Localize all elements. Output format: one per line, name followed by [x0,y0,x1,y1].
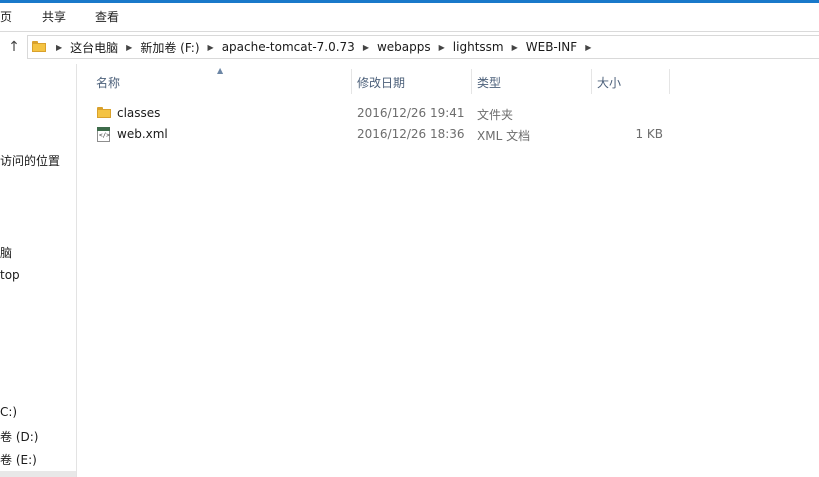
file-name: web.xml [117,127,168,141]
xml-file-icon: </> [97,127,110,142]
column-divider[interactable] [591,69,592,94]
column-header-name[interactable]: 名称 [96,64,120,94]
ribbon-accent-line [0,0,819,3]
file-row[interactable]: </> web.xml 2016/12/26 18:36 XML 文档 1 KB [91,124,681,144]
column-divider[interactable] [471,69,472,94]
up-arrow-icon[interactable]: ↑ [6,38,22,56]
file-type: 文件夹 [477,108,514,122]
file-date: 2016/12/26 19:41 [357,106,465,120]
file-list: ▲ 名称 修改日期 类型 大小 classes 2016/12/26 19:41… [77,64,819,477]
breadcrumb-web-inf[interactable]: WEB-INF [522,40,581,54]
chevron-right-icon[interactable]: ▶ [204,43,218,52]
navigation-pane: 访问的位置 脑 top C:) 卷 (D:) 卷 (E:) [0,64,77,477]
nav-horizontal-scrollbar[interactable] [0,471,76,477]
tab-view[interactable]: 查看 [95,8,119,25]
chevron-right-icon[interactable]: ▶ [508,43,522,52]
breadcrumb-drive-f[interactable]: 新加卷 (F:) [136,39,203,56]
breadcrumb-lightssm[interactable]: lightssm [449,40,508,54]
folder-icon [32,41,46,52]
breadcrumb-tomcat[interactable]: apache-tomcat-7.0.73 [218,40,359,54]
chevron-right-icon[interactable]: ▶ [122,43,136,52]
sort-ascending-icon: ▲ [217,66,224,75]
file-name: classes [117,106,161,120]
chevron-right-icon[interactable]: ▶ [435,43,449,52]
nav-item-recent-places[interactable]: 访问的位置 [0,152,60,169]
nav-item-this-pc[interactable]: 脑 [0,244,12,261]
file-type: XML 文档 [477,129,531,143]
address-bar[interactable]: ▶ 这台电脑 ▶ 新加卷 (F:) ▶ apache-tomcat-7.0.73… [27,35,819,59]
file-date: 2016/12/26 18:36 [357,127,465,141]
column-header-date[interactable]: 修改日期 [357,64,405,94]
tab-page[interactable]: 页 [0,8,12,25]
file-row[interactable]: classes 2016/12/26 19:41 文件夹 [91,103,681,123]
breadcrumb-this-pc[interactable]: 这台电脑 [66,39,122,56]
breadcrumb: ▶ 这台电脑 ▶ 新加卷 (F:) ▶ apache-tomcat-7.0.73… [52,36,595,58]
file-size: 1 KB [635,127,663,141]
ribbon-tabs: 页 共享 查看 [0,0,819,32]
column-header-size[interactable]: 大小 [597,64,621,94]
column-divider[interactable] [669,69,670,94]
chevron-right-icon[interactable]: ▶ [581,43,595,52]
navigation-row: ↑ ▶ 这台电脑 ▶ 新加卷 (F:) ▶ apache-tomcat-7.0.… [0,32,819,62]
chevron-right-icon[interactable]: ▶ [359,43,373,52]
nav-item-drive-d[interactable]: 卷 (D:) [0,428,38,445]
nav-item-drive-c[interactable]: C:) [0,405,17,419]
nav-item-desktop[interactable]: top [0,268,20,282]
column-divider[interactable] [351,69,352,94]
chevron-right-icon[interactable]: ▶ [52,43,66,52]
breadcrumb-webapps[interactable]: webapps [373,40,435,54]
nav-item-drive-e[interactable]: 卷 (E:) [0,451,37,468]
folder-icon [97,107,111,118]
column-header-type[interactable]: 类型 [477,64,501,94]
tab-share[interactable]: 共享 [42,8,66,25]
